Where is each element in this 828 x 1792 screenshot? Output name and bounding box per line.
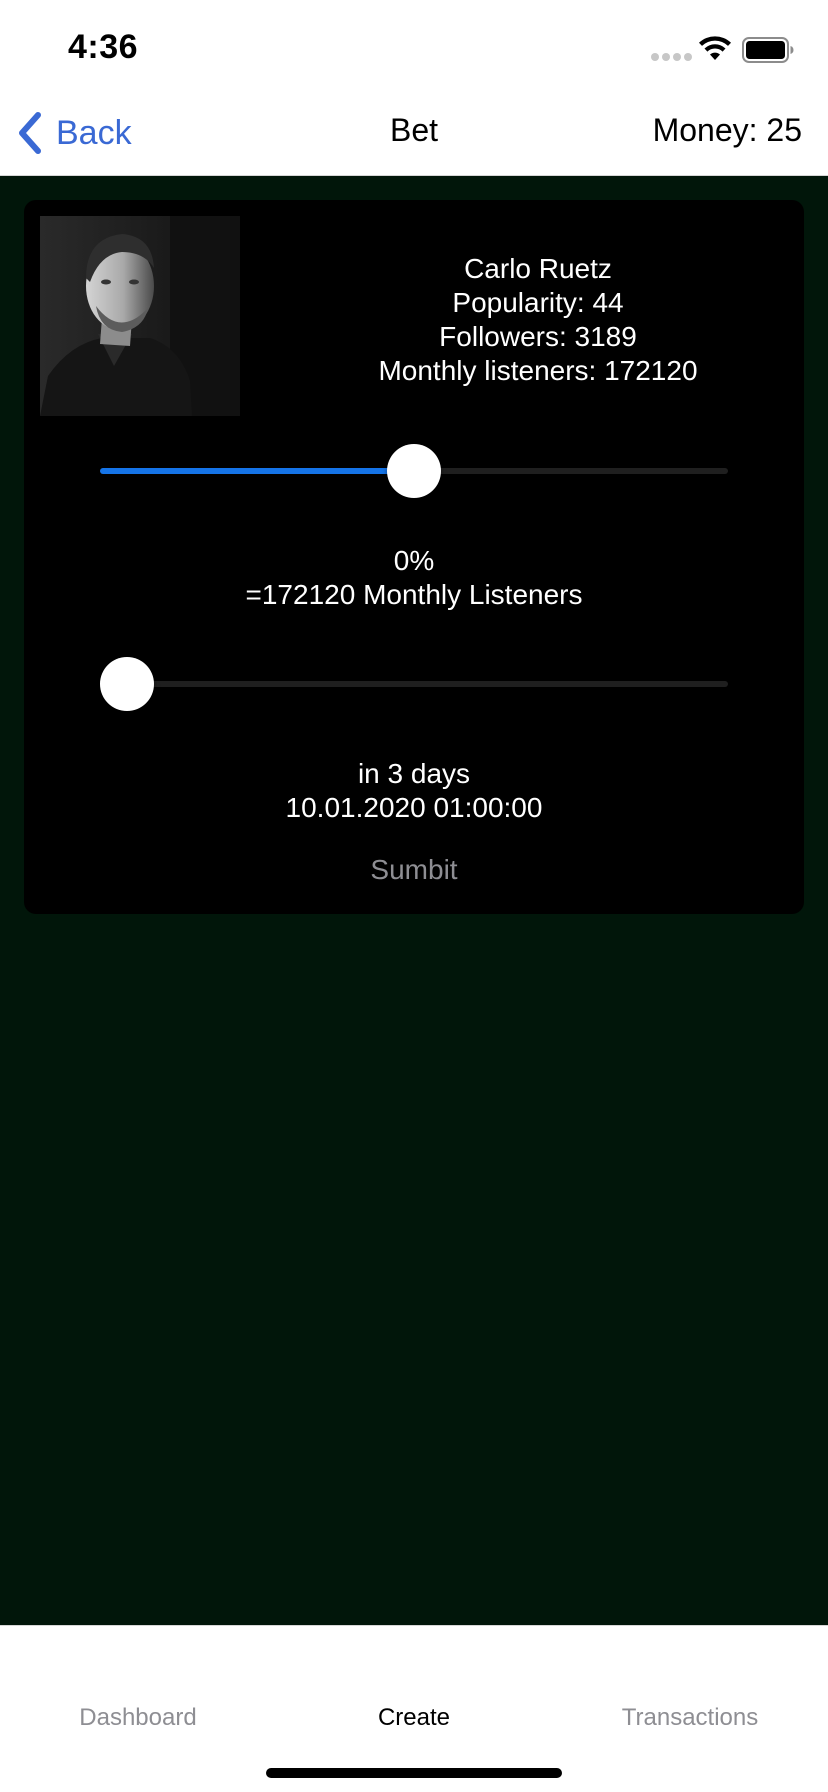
target-date: 10.01.2020 01:00:00 (285, 792, 543, 823)
main-content: Carlo Ruetz Popularity: 44 Followers: 31… (0, 176, 828, 1625)
artist-popularity: Popularity: 44 (452, 287, 624, 318)
wifi-icon (699, 36, 731, 60)
slider-track (100, 681, 728, 687)
home-indicator (266, 1768, 562, 1778)
money-balance: Money: 25 (652, 112, 802, 148)
percent-block: 0% =172120 Monthly Listeners (24, 544, 804, 612)
slider-fill (100, 468, 414, 474)
artist-name: Carlo Ruetz (464, 253, 612, 284)
days-slider[interactable] (100, 654, 728, 714)
artist-monthly-listeners: Monthly listeners: 172120 (378, 355, 698, 386)
cellular-signal-icon (651, 53, 692, 61)
status-bar: 4:36 (0, 0, 828, 94)
percent-slider[interactable] (100, 441, 728, 501)
slider-thumb[interactable] (100, 657, 154, 711)
tab-dashboard[interactable]: Dashboard (38, 1704, 238, 1732)
tab-create[interactable]: Create (314, 1704, 514, 1732)
artist-followers: Followers: 3189 (439, 321, 637, 352)
date-block: in 3 days 10.01.2020 01:00:00 (24, 757, 804, 825)
percent-value: 0% (393, 545, 435, 576)
tab-bar: Dashboard Create Transactions (0, 1625, 828, 1792)
bet-card: Carlo Ruetz Popularity: 44 Followers: 31… (24, 200, 804, 914)
tab-transactions[interactable]: Transactions (590, 1704, 790, 1732)
days-until: in 3 days (357, 758, 471, 789)
status-time: 4:36 (68, 28, 139, 66)
artist-info: Carlo Ruetz Popularity: 44 Followers: 31… (284, 252, 792, 388)
slider-thumb[interactable] (387, 444, 441, 498)
navigation-bar: Back Bet Money: 25 (0, 94, 828, 176)
battery-icon (742, 37, 794, 63)
artist-photo (40, 216, 240, 416)
listeners-estimate: =172120 Monthly Listeners (245, 579, 583, 610)
submit-button[interactable]: Sumbit (314, 850, 514, 890)
